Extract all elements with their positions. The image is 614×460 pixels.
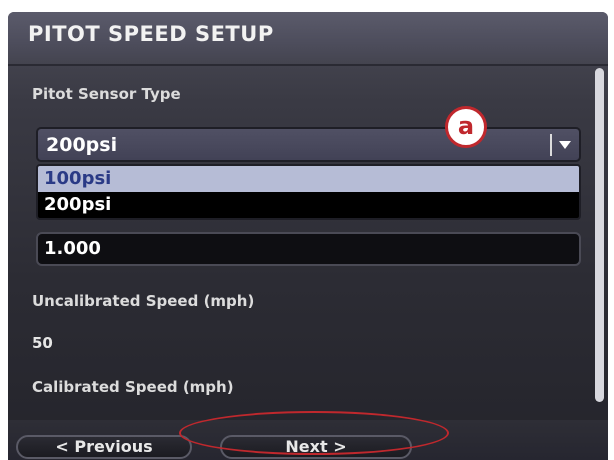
uncalibrated-speed-value: 50 [32,334,53,352]
next-button-highlight-ring [179,411,449,455]
previous-button[interactable]: < Previous [16,435,192,459]
multiplier-input[interactable]: 1.000 [36,232,581,266]
callout-badge-a: a [445,106,487,148]
page-title: PITOT SPEED SETUP [28,22,274,46]
dropdown-option-100psi[interactable]: 100psi [38,166,579,192]
calibrated-speed-label: Calibrated Speed (mph) [32,378,234,396]
uncalibrated-speed-label: Uncalibrated Speed (mph) [32,292,255,310]
photo-frame: PITOT SPEED SETUP Pitot Sensor Type 200p… [0,0,614,460]
multiplier-value: 1.000 [44,238,101,259]
device-screen: PITOT SPEED SETUP Pitot Sensor Type 200p… [8,12,608,460]
title-bar: PITOT SPEED SETUP [8,12,608,66]
sensor-type-label: Pitot Sensor Type [32,85,181,103]
scrollbar[interactable] [595,68,604,402]
chevron-down-icon[interactable] [555,135,575,155]
select-divider [550,134,552,156]
dropdown-option-200psi[interactable]: 200psi [38,192,579,218]
sensor-type-selected-value: 200psi [46,134,118,156]
sensor-type-select[interactable]: 200psi [36,127,581,162]
sensor-type-dropdown-list: 100psi 200psi [36,164,581,220]
